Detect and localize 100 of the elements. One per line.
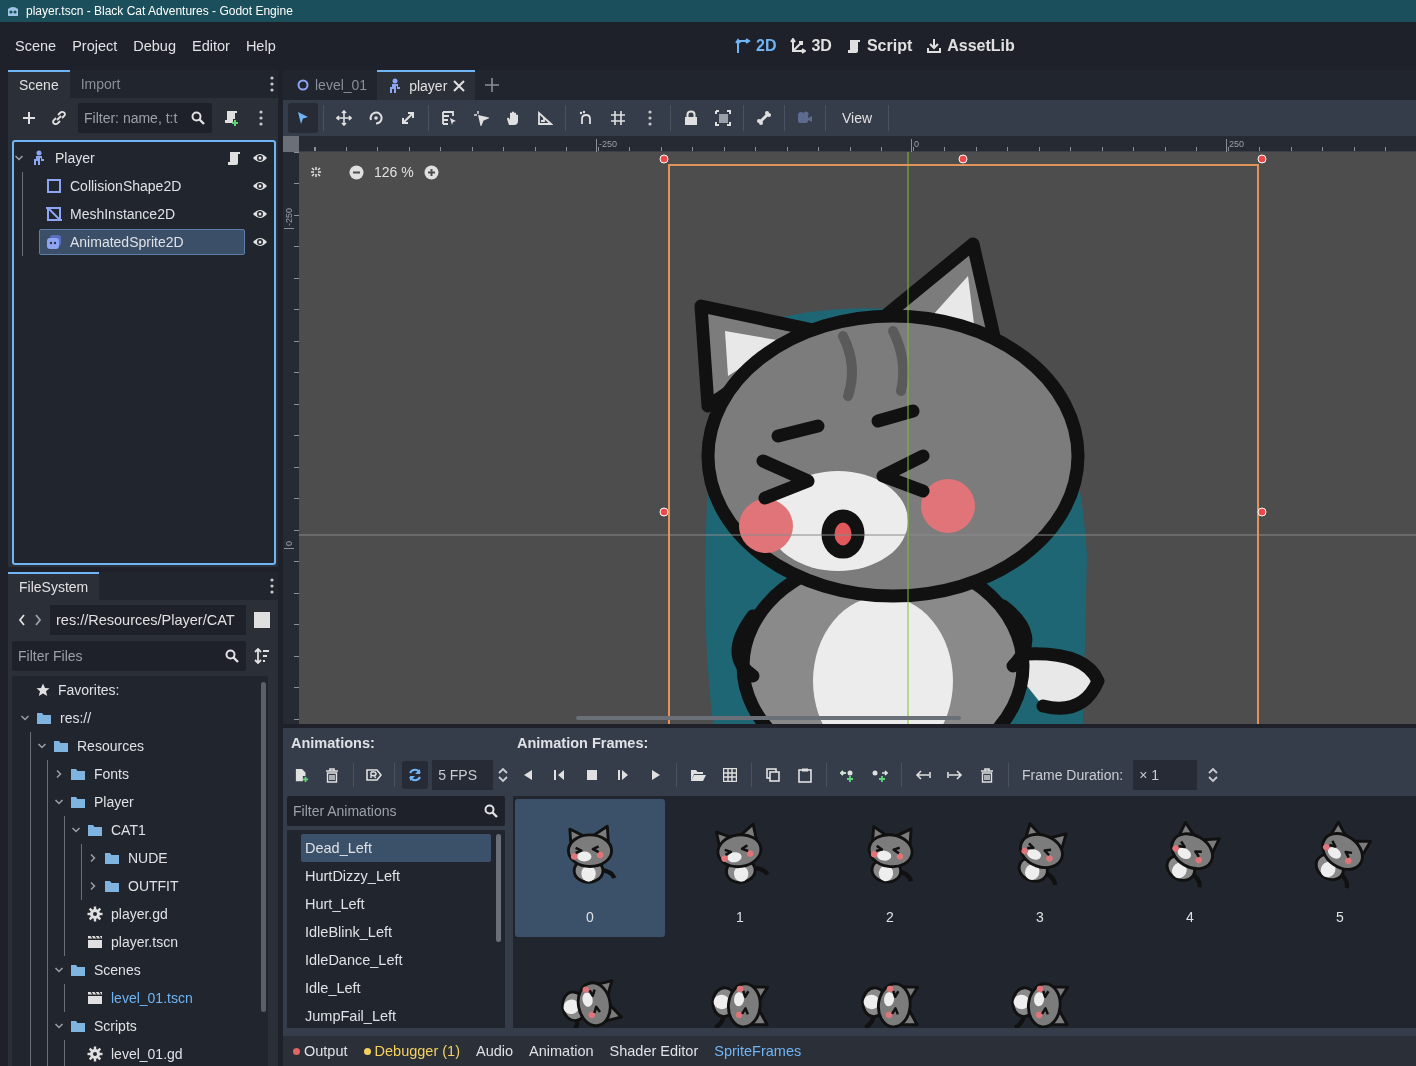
file-item[interactable]: level_01.gd: [87, 1046, 183, 1062]
workspace-tab[interactable]: AssetLib: [926, 37, 1015, 55]
filter-field[interactable]: Filter Files: [12, 641, 246, 671]
file-item[interactable]: CAT1: [87, 822, 146, 838]
menu-item[interactable]: Scene: [7, 34, 65, 58]
scrollbar[interactable]: [261, 682, 266, 1012]
editor-tab[interactable]: level_01: [287, 70, 378, 100]
filter-field[interactable]: Filter: name, t:t: [78, 103, 212, 133]
sort-icon[interactable]: [254, 648, 270, 664]
tool-button[interactable]: [288, 103, 318, 133]
loop-button[interactable]: [401, 761, 429, 789]
link-icon: [51, 110, 67, 126]
resize-handle[interactable]: [659, 507, 669, 517]
circle-icon: [297, 79, 309, 91]
scene-node[interactable]: AnimatedSprite2D: [39, 229, 245, 255]
zoom-level[interactable]: 126 %: [374, 164, 414, 180]
back-icon[interactable]: [18, 614, 26, 626]
animation-item[interactable]: IdleDance_Left: [301, 946, 491, 974]
frame-tile[interactable]: 3: [965, 799, 1115, 937]
frame-tile[interactable]: 2: [815, 799, 965, 937]
resize-handle[interactable]: [1257, 154, 1267, 164]
dock-tab[interactable]: Import: [69, 70, 132, 98]
path-field[interactable]: res://Resources/Player/CAT: [50, 605, 246, 635]
menu-item[interactable]: Project: [64, 34, 126, 58]
dock-tab[interactable]: Scene: [8, 70, 70, 98]
bottom-panel-tab[interactable]: Audio: [475, 1043, 514, 1059]
bottom-panel-tab[interactable]: Animation: [529, 1043, 594, 1059]
file-item[interactable]: Resources: [53, 738, 144, 754]
menu-item[interactable]: Help: [237, 34, 284, 58]
move-icon: [336, 110, 352, 126]
menu-item[interactable]: Debug: [125, 34, 184, 58]
workspace-tab[interactable]: Script: [845, 37, 913, 55]
scrollbar[interactable]: [576, 716, 961, 720]
zoom-out-icon[interactable]: [349, 164, 364, 180]
file-item[interactable]: Fonts: [70, 766, 129, 782]
bottom-panel-tab[interactable]: Debugger (1): [363, 1043, 460, 1059]
scrollbar[interactable]: [496, 834, 501, 942]
zoom-in-icon[interactable]: [423, 164, 439, 180]
window-title: player.tscn - Black Cat Adventures - Godot Engine: [26, 4, 293, 18]
scene-node[interactable]: CollisionShape2D: [39, 173, 189, 199]
view-menu[interactable]: View: [830, 110, 885, 126]
file-item[interactable]: player.tscn: [87, 934, 178, 950]
view-toggle-icon[interactable]: [254, 612, 270, 628]
clipboard-icon: [798, 767, 812, 783]
frame-duration-label: Frame Duration:: [1022, 767, 1124, 783]
resize-handle[interactable]: [1257, 507, 1267, 517]
ruler-label: -250: [284, 208, 294, 229]
chevron-down-icon: [54, 798, 64, 806]
animation-item[interactable]: IdleBlink_Left: [301, 918, 491, 946]
frame-tile[interactable]: 0: [515, 799, 665, 937]
scene-node[interactable]: Player: [24, 145, 102, 171]
file-item[interactable]: res://: [36, 710, 92, 726]
editor-tab[interactable]: player: [377, 70, 476, 100]
frame-tile[interactable]: 1: [665, 799, 815, 937]
pivot-icon: [473, 110, 489, 126]
bottom-panel-tab[interactable]: Shader Editor: [609, 1043, 699, 1059]
3d-icon: [790, 38, 807, 54]
animation-item[interactable]: Idle_Left: [301, 974, 491, 1002]
folder-icon: [70, 795, 86, 809]
forward-icon[interactable]: [34, 614, 42, 626]
dock-tab[interactable]: FileSystem: [8, 572, 100, 600]
file-item[interactable]: NUDE: [104, 850, 168, 866]
chevron-down-icon: [20, 714, 30, 722]
file-item[interactable]: Player: [70, 794, 134, 810]
file-item[interactable]: Scenes: [70, 962, 141, 978]
file-item[interactable]: Scripts: [70, 1018, 137, 1034]
workspace-tab[interactable]: 2D: [735, 37, 777, 55]
add-icon: [22, 111, 36, 125]
spin-arrows-icon[interactable]: [1207, 766, 1220, 784]
close-icon[interactable]: [453, 80, 466, 92]
bottom-panel-tab[interactable]: Output: [293, 1043, 348, 1059]
fps-field[interactable]: 5 FPS: [432, 760, 493, 790]
file-item[interactable]: level_01.tscn: [87, 990, 193, 1006]
animation-item[interactable]: HurtDizzy_Left: [301, 862, 491, 890]
animation-item[interactable]: JumpFail_Left: [301, 1002, 491, 1028]
chevron-right-icon: [89, 881, 97, 891]
file-item[interactable]: OUTFIT: [104, 878, 179, 894]
center-view-icon[interactable]: [309, 165, 323, 179]
search-icon: [191, 111, 205, 125]
scene-node[interactable]: MeshInstance2D: [39, 201, 183, 227]
menu-item[interactable]: Editor: [184, 34, 238, 58]
frame-tile[interactable]: 5: [1265, 799, 1415, 937]
file-item[interactable]: player.gd: [87, 906, 168, 922]
frame-tile[interactable]: 4: [1115, 799, 1265, 937]
frame-duration-field[interactable]: × 1: [1133, 760, 1198, 790]
bottom-panel-tab[interactable]: SpriteFrames: [714, 1043, 802, 1059]
mesh-icon: [46, 206, 62, 222]
spin-arrows-icon[interactable]: [497, 766, 509, 784]
resize-handle[interactable]: [659, 154, 669, 164]
workspace-tab[interactable]: 3D: [790, 37, 832, 55]
gear-icon: [87, 1046, 103, 1062]
add-tab-icon[interactable]: [485, 78, 500, 92]
animation-item[interactable]: Dead_Left: [301, 834, 491, 862]
filter-field[interactable]: Filter Animations: [287, 796, 505, 826]
script-icon: [226, 150, 242, 166]
ruler-icon: [537, 110, 553, 126]
resize-handle[interactable]: [958, 154, 968, 164]
chevron-down-icon: [37, 742, 47, 750]
animation-item[interactable]: Hurt_Left: [301, 890, 491, 918]
autoplay-icon: [365, 768, 382, 782]
